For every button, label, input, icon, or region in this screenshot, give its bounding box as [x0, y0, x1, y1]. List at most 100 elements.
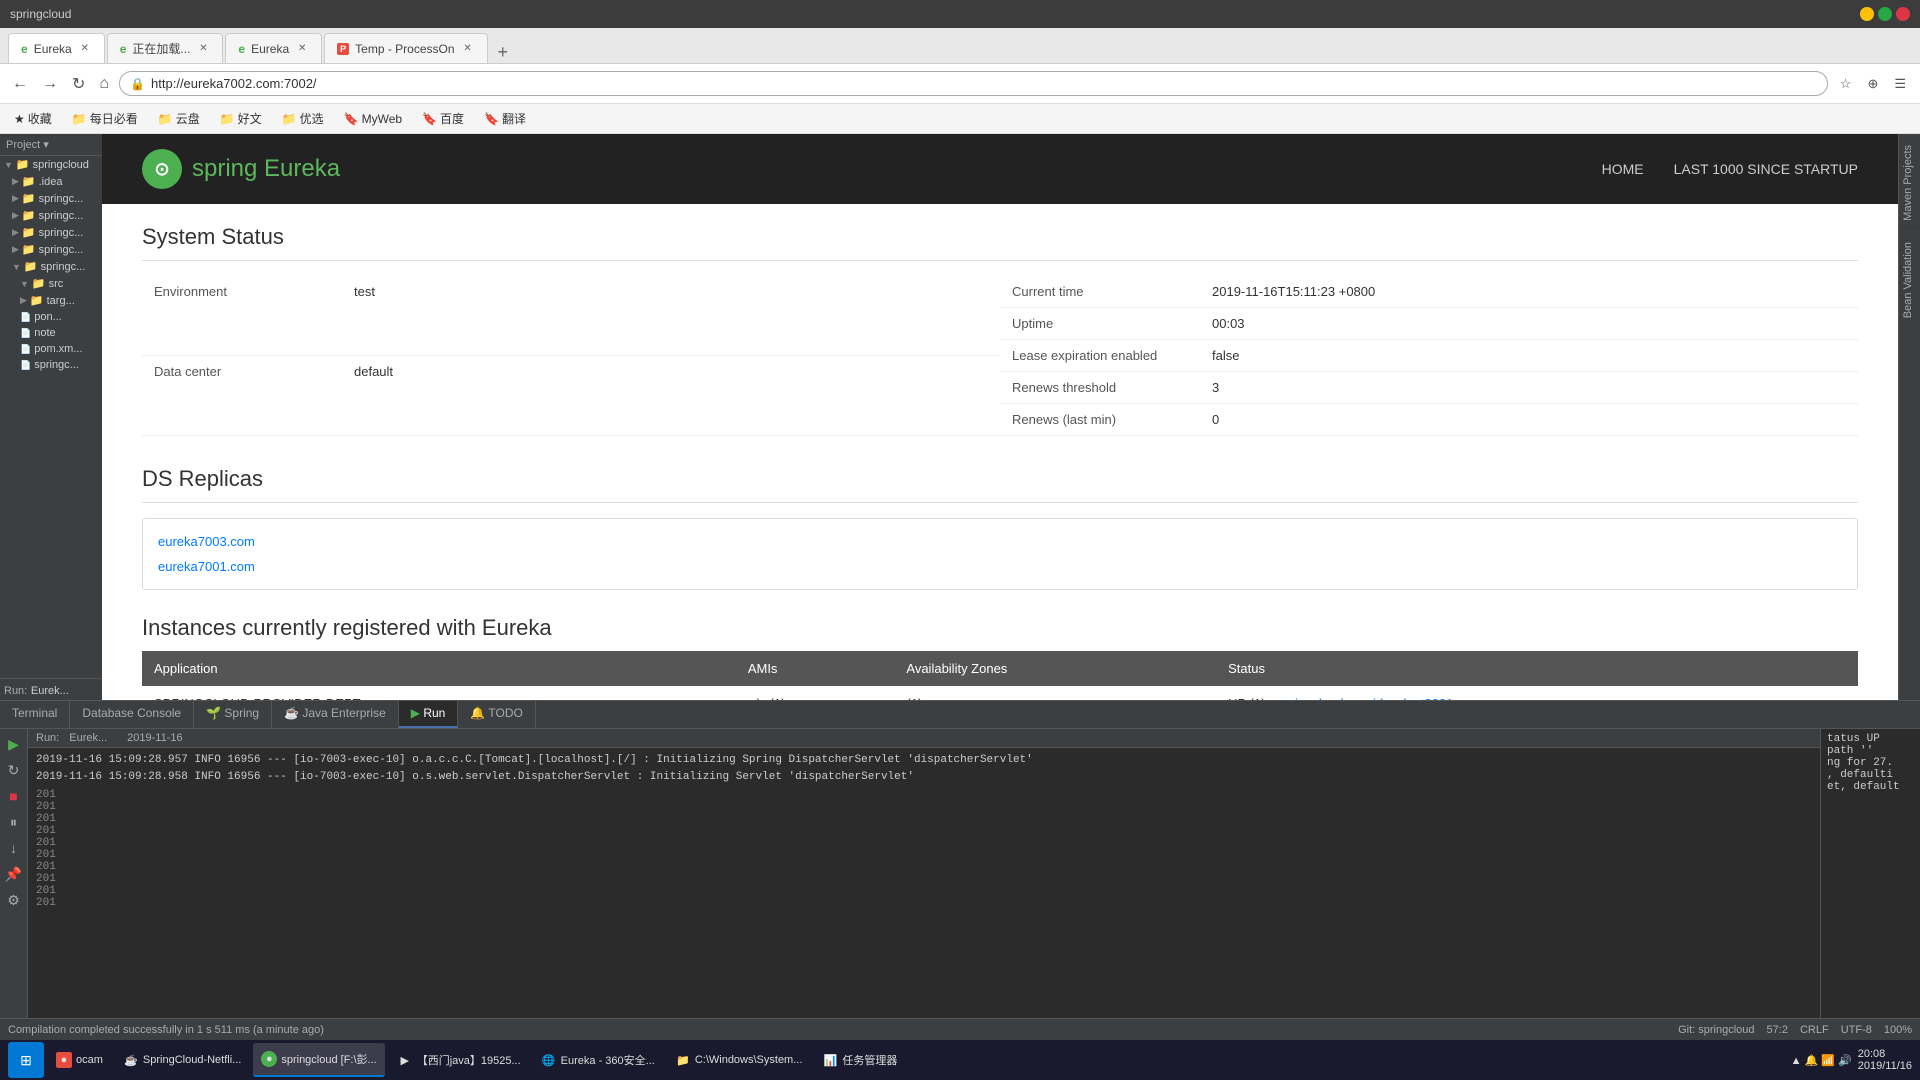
bookmark-folder-icon-3: 📁	[220, 112, 235, 126]
renews-label: Renews (last min)	[1000, 404, 1200, 436]
nav-action-1[interactable]: ☆	[1834, 72, 1858, 96]
run-scroll-button[interactable]: ↓	[3, 837, 25, 859]
system-status-left-table: Environment test Data center default	[142, 276, 1000, 436]
system-status-divider	[142, 260, 1858, 261]
nav-action-3[interactable]: ☰	[1888, 72, 1912, 96]
instances-th-status: Status	[1216, 651, 1858, 686]
tree-item-springc2[interactable]: ▶ 📁 springc...	[0, 207, 102, 224]
tree-item-springc5[interactable]: ▼ 📁 springc...	[0, 258, 102, 275]
line-num-7: 201	[36, 861, 56, 873]
bottom-tab-run[interactable]: ▶ Run	[399, 701, 459, 728]
home-button[interactable]: ⌂	[95, 71, 113, 97]
ide-project-header[interactable]: Project ▾	[0, 134, 102, 156]
run-settings-button[interactable]: ⚙	[3, 889, 25, 911]
bottom-tab-database[interactable]: Database Console	[70, 701, 194, 728]
tree-item-pomxml[interactable]: 📄 pom.xm...	[0, 341, 102, 357]
address-bar[interactable]: 🔒	[119, 71, 1828, 96]
eureka-header: ⊙ spring Eureka HOME LAST 1000 SINCE STA…	[102, 134, 1898, 204]
title-bar-left: springcloud	[10, 7, 71, 21]
window-controls[interactable]	[1860, 7, 1910, 21]
bookmark-select[interactable]: 📁 优选	[276, 108, 330, 129]
tab-close-1[interactable]: ✕	[78, 42, 92, 56]
bookmark-translate[interactable]: 🔖 翻译	[478, 108, 532, 129]
taskbar-item-springcloud-netflix[interactable]: ☕ SpringCloud-Netfli...	[115, 1043, 249, 1077]
tree-item-note[interactable]: 📄 note	[0, 325, 102, 341]
taskbar-item-ocam[interactable]: ● ocam	[48, 1043, 111, 1077]
replica-link-7003[interactable]: eureka7003.com	[158, 529, 1842, 554]
bookmark-favorites[interactable]: ★ 收藏	[8, 108, 58, 129]
tree-item-src[interactable]: ▼ 📁 src	[0, 275, 102, 292]
status-git: Git: springcloud	[1678, 1024, 1754, 1036]
taskbar: ⊞ ● ocam ☕ SpringCloud-Netfli... ● sprin…	[0, 1040, 1920, 1080]
eureka-nav-last1000[interactable]: LAST 1000 SINCE STARTUP	[1674, 156, 1858, 182]
tab-close-4[interactable]: ✕	[461, 42, 475, 56]
run-step-button[interactable]: ⏸	[3, 811, 25, 833]
tree-item-target[interactable]: ▶ 📁 targ...	[0, 292, 102, 309]
bottom-tab-todo[interactable]: 🔔 TODO	[458, 701, 536, 728]
tree-arrow-src: ▼	[20, 279, 29, 289]
nav-action-2[interactable]: ⊕	[1861, 72, 1884, 96]
new-tab-button[interactable]: +	[490, 42, 517, 63]
taskbar-item-explorer[interactable]: 📁 C:\Windows\System...	[667, 1043, 811, 1077]
console-right-text-3: ng for 27.	[1827, 757, 1914, 769]
run-pin-button[interactable]: 📌	[3, 863, 25, 885]
browser-tab-processon[interactable]: P Temp - ProcessOn ✕	[324, 33, 487, 63]
bottom-tab-spring[interactable]: 🌱 Spring	[194, 701, 272, 728]
tree-item-springc3[interactable]: ▶ 📁 springc...	[0, 224, 102, 241]
taskbar-item-springcloud-active[interactable]: ● springcloud [F:\彭...	[253, 1043, 384, 1077]
tree-label-root: springcloud	[33, 159, 89, 171]
tab-close-3[interactable]: ✕	[295, 42, 309, 56]
tab-close-2[interactable]: ✕	[196, 42, 210, 56]
minimize-button[interactable]	[1860, 7, 1874, 21]
close-button[interactable]	[1896, 7, 1910, 21]
system-status-title: System Status	[142, 224, 1858, 250]
bookmark-label-5: MyWeb	[362, 112, 402, 126]
bookmark-folder-icon-1: 📁	[72, 112, 87, 126]
bookmark-myweb[interactable]: 🔖 MyWeb	[338, 110, 408, 128]
console-output[interactable]: 2019-11-16 15:09:28.957 INFO 16956 --- […	[28, 748, 1820, 1018]
bottom-tab-java-enterprise[interactable]: ☕ Java Enterprise	[272, 701, 399, 728]
eureka-nav-home[interactable]: HOME	[1602, 156, 1644, 182]
tree-arrow-4: ▶	[12, 244, 19, 255]
taskbar-start-button[interactable]: ⊞	[8, 1042, 44, 1078]
ide-right-tab-bean[interactable]: Bean Validation	[1899, 231, 1920, 328]
taskbar-item-eureka-browser[interactable]: 🌐 Eureka - 360安全...	[533, 1043, 663, 1077]
tree-label-4: springc...	[39, 244, 84, 256]
run-stop-button[interactable]: ■	[3, 785, 25, 807]
back-button[interactable]: ←	[8, 71, 32, 97]
tree-item-pon[interactable]: 📄 pon...	[0, 309, 102, 325]
taskbar-item-java[interactable]: ▶ 【西门java】19525...	[389, 1043, 529, 1077]
tree-root[interactable]: ▼ 📁 springcloud	[0, 156, 102, 173]
refresh-button[interactable]: ↻	[68, 70, 89, 98]
nav-bar: ← → ↻ ⌂ 🔒 ☆ ⊕ ☰	[0, 64, 1920, 104]
browser-tab-eureka2[interactable]: e Eureka ✕	[225, 33, 322, 63]
bookmark-articles[interactable]: 📁 好文	[214, 108, 268, 129]
run-icon: ▶	[411, 706, 420, 720]
tree-arrow-5: ▼	[12, 262, 21, 272]
browser-tab-loading[interactable]: e 正在加载... ✕	[107, 33, 224, 63]
ide-right-tab-maven[interactable]: Maven Projects	[1899, 134, 1920, 231]
run-play-button[interactable]: ▶	[3, 733, 25, 755]
taskbar-springcloud-icon: ☕	[123, 1052, 139, 1068]
tree-folder-idea: 📁	[22, 175, 36, 188]
replica-link-7001[interactable]: eureka7001.com	[158, 554, 1842, 579]
maximize-button[interactable]	[1878, 7, 1892, 21]
tree-item-springc4[interactable]: ▶ 📁 springc...	[0, 241, 102, 258]
tree-item-springc-file[interactable]: 📄 springc...	[0, 357, 102, 373]
status-row-threshold: Renews threshold 3	[1000, 372, 1858, 404]
bookmark-daily[interactable]: 📁 每日必看	[66, 108, 144, 129]
taskbar-item-taskmanager[interactable]: 📊 任务管理器	[814, 1043, 905, 1077]
bookmark-baidu[interactable]: 🔖 百度	[416, 108, 470, 129]
bottom-tab-terminal[interactable]: Terminal	[0, 701, 70, 728]
address-input[interactable]	[151, 76, 1817, 91]
browser-tab-eureka[interactable]: e Eureka ✕	[8, 33, 105, 63]
status-pct: 100%	[1884, 1024, 1912, 1036]
run-tab-label: Run:	[4, 685, 27, 697]
system-status-right-table: Current time 2019-11-16T15:11:23 +0800 U…	[1000, 276, 1858, 436]
forward-button[interactable]: →	[38, 71, 62, 97]
tree-item-springc1[interactable]: ▶ 📁 springc...	[0, 190, 102, 207]
bookmark-cloud[interactable]: 📁 云盘	[152, 108, 206, 129]
tree-file-icon-pon: 📄	[20, 312, 31, 323]
tree-item-idea[interactable]: ▶ 📁 .idea	[0, 173, 102, 190]
run-restart-button[interactable]: ↻	[3, 759, 25, 781]
